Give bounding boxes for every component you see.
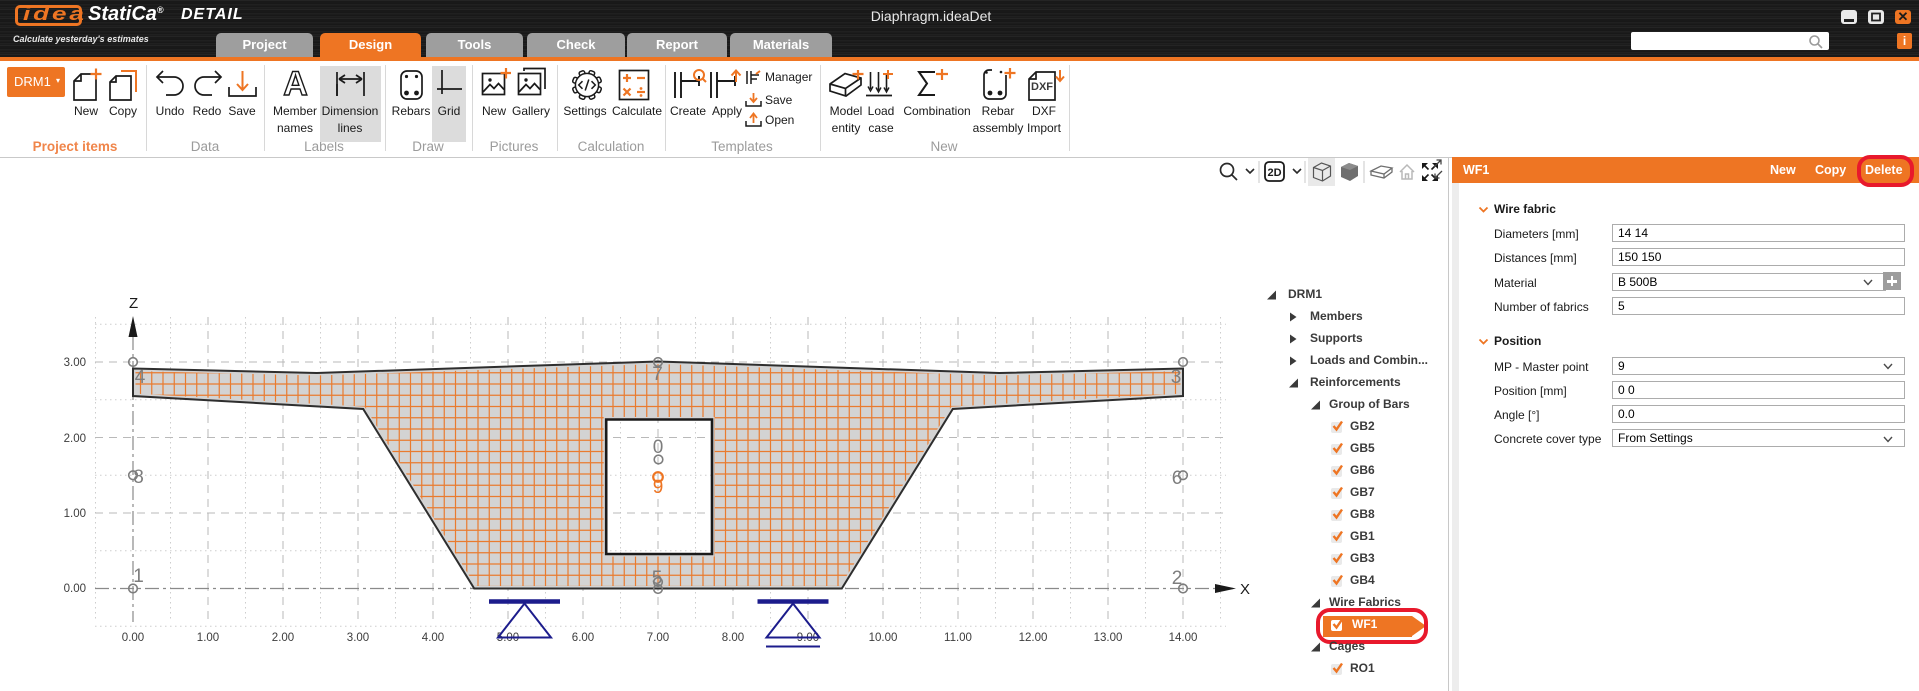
svg-text:2D: 2D — [1267, 167, 1281, 179]
svg-text:6: 6 — [1172, 468, 1183, 489]
svg-text:4: 4 — [135, 367, 146, 388]
svg-text:6.00: 6.00 — [572, 632, 594, 644]
svg-text:13.00: 13.00 — [1094, 632, 1123, 644]
svg-text:12.00: 12.00 — [1019, 632, 1048, 644]
svg-text:0: 0 — [653, 437, 664, 458]
svg-text:5: 5 — [652, 568, 663, 589]
svg-text:7: 7 — [652, 364, 663, 385]
svg-text:3.00: 3.00 — [64, 357, 86, 369]
svg-text:X: X — [1240, 581, 1250, 598]
svg-text:2.00: 2.00 — [64, 433, 86, 445]
svg-text:7.00: 7.00 — [647, 632, 669, 644]
svg-text:0.00: 0.00 — [64, 583, 86, 595]
svg-text:11.00: 11.00 — [944, 632, 972, 644]
svg-text:0.00: 0.00 — [122, 632, 144, 644]
svg-text:4.00: 4.00 — [422, 632, 444, 644]
svg-text:2: 2 — [1172, 568, 1183, 589]
svg-text:14.00: 14.00 — [1169, 632, 1198, 644]
svg-text:8.00: 8.00 — [722, 632, 744, 644]
svg-text:9: 9 — [653, 477, 664, 498]
svg-text:DXF: DXF — [1031, 81, 1053, 93]
svg-text:1.00: 1.00 — [197, 632, 219, 644]
svg-text:3: 3 — [1171, 367, 1182, 388]
svg-text:8: 8 — [133, 467, 144, 488]
svg-text:1.00: 1.00 — [64, 508, 86, 520]
svg-text:10.00: 10.00 — [869, 632, 898, 644]
svg-text:Z: Z — [129, 295, 138, 312]
svg-text:2.00: 2.00 — [272, 632, 294, 644]
svg-text:3.00: 3.00 — [347, 632, 369, 644]
svg-text:1: 1 — [133, 566, 144, 587]
svg-text:A: A — [283, 68, 308, 100]
